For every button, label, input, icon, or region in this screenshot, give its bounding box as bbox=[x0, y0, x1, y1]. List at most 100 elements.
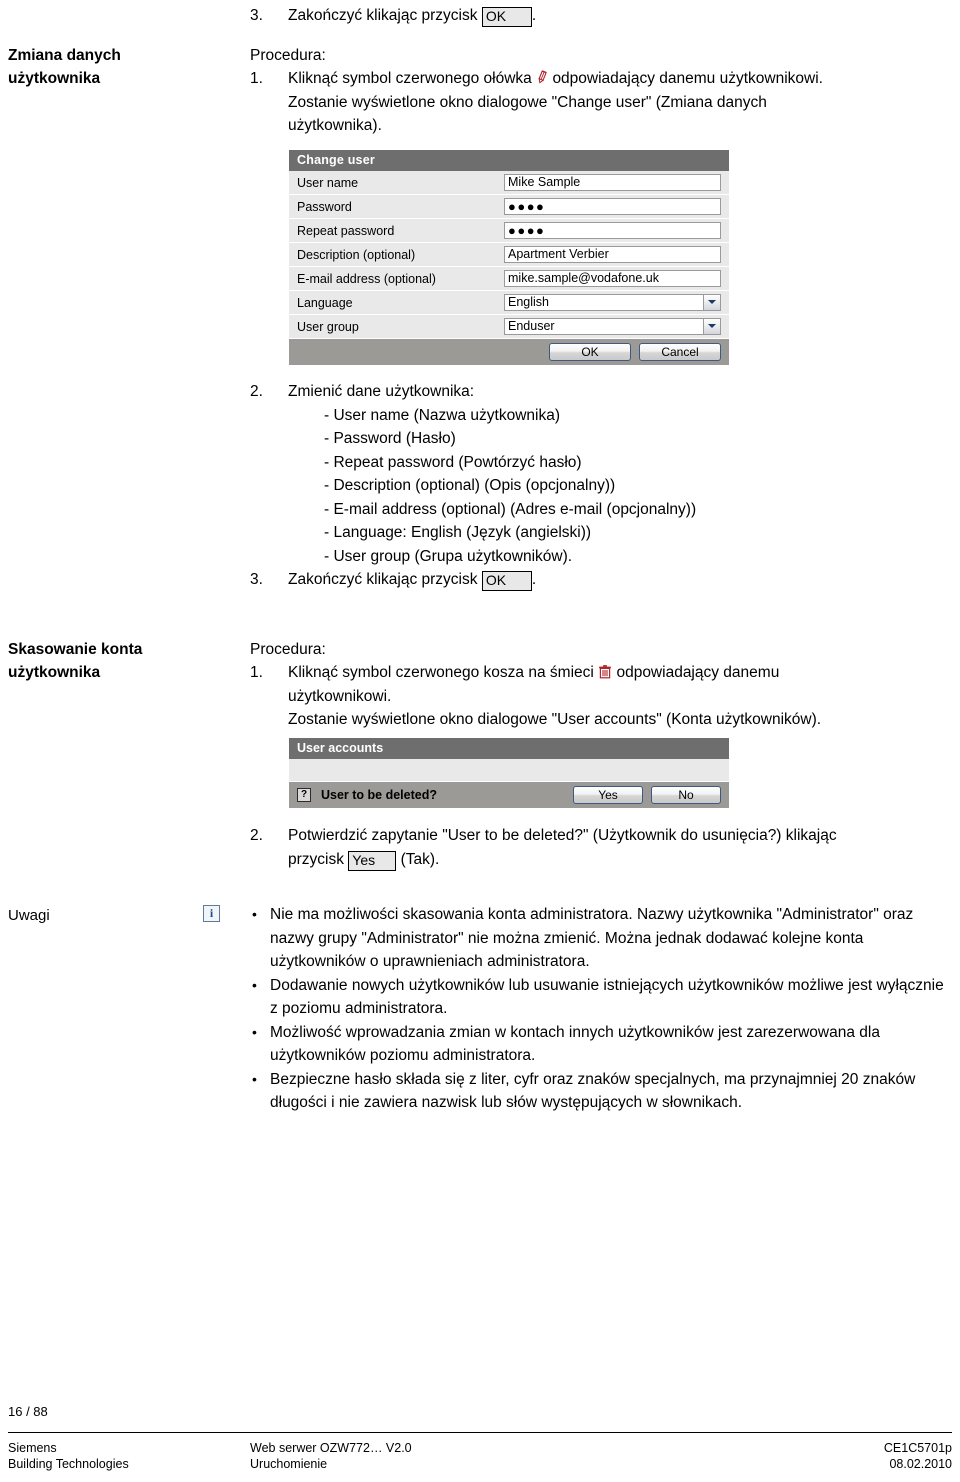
page-number: 16 / 88 bbox=[8, 1404, 48, 1419]
step-number: 1. bbox=[250, 664, 263, 681]
step-line-2: użytkownikowi. bbox=[288, 687, 392, 705]
step-text-after: odpowiadający danemu użytkownikowi. bbox=[552, 70, 823, 87]
list-item: - E-mail address (optional) (Adres e-mai… bbox=[324, 500, 697, 518]
chevron-down-icon bbox=[703, 295, 720, 310]
margin-heading-line2: użytkownika bbox=[8, 70, 101, 87]
dialog-buttons: Yes No bbox=[573, 786, 721, 804]
document-page: 3. Zakończyć klikając przycisk OK. Zmian… bbox=[0, 0, 960, 1482]
footer-docid-line2: 08.02.2010 bbox=[889, 1457, 952, 1471]
footer-company: Siemens Building Technologies bbox=[8, 1440, 129, 1472]
step-number: 1. bbox=[250, 70, 263, 87]
list-item: Bezpieczne hasło składa się z liter, cyf… bbox=[250, 1068, 950, 1115]
field-label: Repeat password bbox=[297, 223, 395, 238]
footer-company-line1: Siemens bbox=[8, 1441, 57, 1455]
change-user-dialog: Change user User name Mike Sample Passwo… bbox=[289, 150, 729, 365]
step-text-before: Kliknąć symbol czerwonego kosza na śmiec… bbox=[288, 664, 594, 681]
list-item: - Repeat password (Powtórzyć hasło) bbox=[324, 453, 582, 471]
list-item: Możliwość wprowadzania zmian w kontach i… bbox=[250, 1021, 950, 1068]
margin-heading-change-user: Zmiana danych użytkownika bbox=[8, 44, 238, 90]
step-number: 3. bbox=[250, 571, 263, 588]
margin-heading-delete-user: Skasowanie konta użytkownika bbox=[8, 638, 238, 684]
ok-button-inline[interactable]: OK bbox=[481, 571, 532, 591]
red-pencil-icon bbox=[536, 69, 548, 85]
dialog-title: Change user bbox=[289, 150, 729, 171]
user-name-input[interactable]: Mike Sample bbox=[504, 174, 721, 191]
list-item: Dodawanie nowych użytkowników lub usuwan… bbox=[250, 974, 950, 1021]
password-mask: ●●●● bbox=[508, 198, 546, 214]
margin-heading-line1: Skasowanie konta bbox=[8, 641, 143, 658]
step-text: Zmienić dane użytkownika: - User name (N… bbox=[288, 380, 950, 568]
user-accounts-dialog: User accounts ? User to be deleted? Yes … bbox=[289, 738, 729, 808]
ok-button[interactable]: OK bbox=[549, 343, 631, 361]
dialog-confirm-bar: ? User to be deleted? Yes No bbox=[289, 782, 729, 808]
step-text-before: Zakończyć klikając przycisk bbox=[288, 571, 478, 588]
yes-button[interactable]: Yes bbox=[573, 786, 643, 804]
step-2-change-user: 2. Zmienić dane użytkownika: - User name… bbox=[250, 380, 950, 568]
field-label: User group bbox=[297, 319, 359, 334]
step-line-3: użytkownika). bbox=[288, 117, 382, 134]
description-input[interactable]: Apartment Verbier bbox=[504, 246, 721, 263]
step-line-1: Potwierdzić zapytanie "User to be delete… bbox=[288, 827, 837, 844]
step-number: 2. bbox=[250, 827, 263, 844]
step-text-after: odpowiadający danemu bbox=[616, 664, 780, 681]
step-text-before: przycisk bbox=[288, 850, 344, 868]
change-user-field-list: - User name (Nazwa użytkownika) - Passwo… bbox=[288, 404, 950, 569]
confirm-question: User to be deleted? bbox=[321, 788, 437, 802]
list-item: - Language: English (Język (angielski)) bbox=[324, 524, 592, 541]
step-1-change-user: 1. Kliknąć symbol czerwonego ołówka odpo… bbox=[250, 67, 950, 138]
ok-button-inline[interactable]: OK bbox=[481, 7, 532, 27]
footer-divider bbox=[8, 1432, 952, 1433]
notes-bullet-list: Nie ma możliwości skasowania konta admin… bbox=[250, 903, 950, 1115]
user-group-select[interactable]: Enduser bbox=[504, 318, 721, 335]
chevron-down-icon bbox=[703, 319, 720, 334]
password-input[interactable]: ●●●● bbox=[504, 198, 721, 215]
step-text-after: . bbox=[531, 7, 537, 24]
repeat-password-input[interactable]: ●●●● bbox=[504, 222, 721, 239]
step-line-2: Zostanie wyświetlone okno dialogowe "Cha… bbox=[288, 93, 767, 111]
dialog-row-description: Description (optional) Apartment Verbier bbox=[289, 243, 729, 267]
list-item: Nie ma możliwości skasowania konta admin… bbox=[250, 903, 950, 974]
yes-button-inline[interactable]: Yes bbox=[348, 850, 397, 871]
field-label: Language bbox=[297, 295, 353, 310]
dialog-row-password: Password ●●●● bbox=[289, 195, 729, 219]
step-line-3: Zostanie wyświetlone okno dialogowe "Use… bbox=[288, 711, 822, 728]
field-label: E-mail address (optional) bbox=[297, 271, 436, 286]
cancel-button[interactable]: Cancel bbox=[639, 343, 721, 361]
dialog-blank-row bbox=[289, 759, 729, 782]
step-3-top: 3. Zakończyć klikając przycisk OK. bbox=[250, 4, 950, 28]
field-label: User name bbox=[297, 175, 359, 190]
language-select[interactable]: English bbox=[504, 294, 721, 311]
footer-product-line1: Web serwer OZW772… V2.0 bbox=[250, 1441, 412, 1455]
step-text: Potwierdzić zapytanie "User to be delete… bbox=[288, 824, 955, 872]
dialog-footer: OK Cancel bbox=[289, 339, 729, 365]
dialog-title: User accounts bbox=[289, 738, 729, 759]
margin-heading-line2: użytkownika bbox=[8, 664, 101, 681]
dialog-row-user-group: User group Enduser bbox=[289, 315, 729, 339]
dialog-row-repeat-password: Repeat password ●●●● bbox=[289, 219, 729, 243]
list-item: - Description (optional) (Opis (opcjonal… bbox=[324, 477, 616, 494]
footer-docid-line1: CE1C5701p bbox=[883, 1441, 952, 1455]
dialog-row-user-name: User name Mike Sample bbox=[289, 171, 729, 195]
dialog-row-email: E-mail address (optional) mike.sample@vo… bbox=[289, 267, 729, 291]
step-number: 2. bbox=[250, 383, 263, 400]
footer-company-line2: Building Technologies bbox=[8, 1457, 129, 1471]
user-group-select-value: Enduser bbox=[508, 319, 555, 333]
red-trash-icon bbox=[598, 664, 612, 680]
step-text-after: . bbox=[531, 571, 537, 588]
footer-docid: CE1C5701p 08.02.2010 bbox=[884, 1440, 952, 1472]
list-item: - User group (Grupa użytkowników). bbox=[324, 547, 573, 565]
question-icon: ? bbox=[297, 788, 311, 802]
info-icon: i bbox=[203, 905, 220, 922]
step-line-2: przycisk Yes (Tak). bbox=[288, 848, 955, 872]
no-button[interactable]: No bbox=[651, 786, 721, 804]
language-select-value: English bbox=[508, 295, 549, 309]
margin-heading-line1: Zmiana danych bbox=[8, 47, 121, 64]
step-text: Zakończyć klikając przycisk OK. bbox=[288, 4, 950, 28]
step-text: Kliknąć symbol czerwonego ołówka odpowia… bbox=[288, 67, 950, 138]
step-2-delete-user: 2. Potwierdzić zapytanie "User to be del… bbox=[250, 824, 955, 872]
step-3-change-user: 3. Zakończyć klikając przycisk OK. bbox=[250, 568, 950, 592]
procedure-label-delete-user: Procedura: bbox=[250, 641, 326, 658]
step-text-before: Kliknąć symbol czerwonego ołówka bbox=[288, 70, 532, 87]
email-input[interactable]: mike.sample@vodafone.uk bbox=[504, 270, 721, 287]
list-item: - Password (Hasło) bbox=[324, 430, 456, 447]
